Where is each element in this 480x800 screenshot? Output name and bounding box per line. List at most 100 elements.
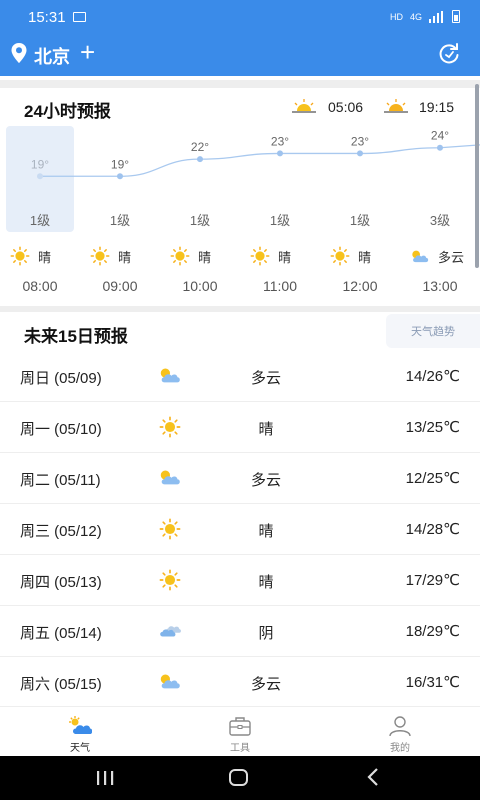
nav-tab[interactable]: 我的 [320,707,480,757]
hour-wind-level: 1级 [109,213,131,228]
day-temperature-range: 12/25℃ [405,470,460,487]
partly-cloudy-icon [158,467,182,487]
image-notification-icon [73,12,86,22]
hour-condition: 晴 [38,250,52,265]
temperature-point [357,150,363,157]
section-divider [0,306,480,312]
temperature-label: 19° [111,157,129,171]
hour-condition: 晴 [358,250,372,265]
day-forecast-row[interactable]: 周五 (05/14) 阴 18/29℃ [0,606,480,657]
network-type: HD [389,11,403,22]
bottom-navigation: 天气 工具 我的 [0,706,480,756]
hour-wind-level: 3级 [429,213,451,228]
nav-tab-label: 工具 [230,743,250,754]
scrollbar-thumb[interactable] [475,84,479,268]
hour-time: 11:00 [263,278,297,294]
sun-icon [10,246,30,266]
day-condition: 多云 [250,472,281,489]
home-button-icon[interactable] [229,769,248,786]
profile-icon [388,715,412,737]
day-forecast-row[interactable]: 周三 (05/12) 晴 14/28℃ [0,504,480,555]
refresh-icon[interactable] [438,43,460,65]
temperature-point [117,173,123,180]
partly-cloudy-icon [410,246,430,266]
app-header: 北京 + [0,34,480,76]
nav-tab[interactable]: 天气 [0,707,160,757]
day-condition: 晴 [258,523,274,540]
day-condition: 晴 [258,574,274,591]
hour-time: 12:00 [342,278,378,294]
hourly-forecast-title: 24小时预报 [24,102,111,121]
day-forecast-row[interactable]: 周六 (05/15) 多云 16/31℃ [0,657,480,708]
hour-condition: 晴 [278,250,292,265]
day-temperature-range: 13/25℃ [405,419,460,436]
temperature-point [197,156,203,163]
hour-time: 10:00 [182,278,218,294]
day-condition: 晴 [258,421,274,438]
day-date-label: 周二 (05/11) [20,472,101,489]
add-city-button[interactable]: + [80,38,95,66]
day-forecast-row[interactable]: 周二 (05/11) 多云 12/25℃ [0,453,480,504]
day-date-label: 周四 (05/13) [20,574,102,591]
temperature-point [277,150,283,157]
toolbox-icon [228,715,252,737]
sun-icon [250,246,270,266]
location-pin-icon[interactable] [11,43,27,63]
weather-trend-button[interactable]: 天气趋势 [386,314,480,348]
hour-time: 08:00 [22,278,58,294]
hour-wind-level: 1级 [269,213,291,228]
system-navigation-bar [0,756,480,800]
temperature-line [40,144,480,177]
status-bar: 15:31 HD 4G [0,0,480,34]
temperature-label: 24° [431,129,449,143]
sun-icon [158,416,182,438]
hour-wind-level: 1级 [349,213,371,228]
day-condition: 多云 [250,370,281,387]
temperature-label: 23° [271,134,289,148]
sun-icon [330,246,350,266]
day-date-label: 周日 (05/09) [20,370,102,387]
temperature-point [437,144,443,151]
hour-wind-level: 1级 [29,213,51,228]
city-name[interactable]: 北京 [34,43,70,69]
temperature-label: 19° [31,157,49,171]
partly-cloudy-icon [158,365,182,385]
status-time: 15:31 [28,9,66,26]
battery-icon [452,10,460,23]
sunrise-icon [292,99,316,113]
day-date-label: 周一 (05/10) [20,421,102,438]
sun-icon [158,518,182,540]
back-button-icon[interactable] [366,768,380,786]
hour-condition: 多云 [438,250,465,265]
day-forecast-row[interactable]: 周一 (05/10) 晴 13/25℃ [0,402,480,453]
day-condition: 多云 [250,676,281,693]
sunset-time: 19:15 [419,99,455,115]
sun-icon [158,569,182,591]
hour-time: 09:00 [102,278,138,294]
day-date-label: 周六 (05/15) [20,676,102,693]
signal-icon [429,10,445,23]
status-indicators: HD 4G [390,10,460,23]
day-forecast-row[interactable]: 周四 (05/13) 晴 17/29℃ [0,555,480,606]
hour-wind-level: 1级 [189,213,211,228]
day-condition: 阴 [258,625,274,642]
sunrise-time: 05:06 [328,99,364,115]
day-forecast-row[interactable]: 周日 (05/09) 多云 14/26℃ [0,351,480,402]
temperature-label: 23° [351,134,369,148]
hour-time: 13:00 [422,278,458,294]
sun-icon [90,246,110,266]
recents-button-icon[interactable] [95,771,115,785]
day-temperature-range: 14/26℃ [405,368,460,385]
day-date-label: 周三 (05/12) [20,523,102,540]
hourly-temperature-chart: 19° 19° 22° 23° 23° 24° [31,129,480,180]
temperature-point [37,173,43,180]
weather-icon [68,715,93,737]
nav-tab[interactable]: 工具 [160,707,320,757]
day-temperature-range: 14/28℃ [405,521,460,538]
nav-tab-label: 我的 [390,743,410,754]
section-divider [0,80,480,88]
sun-icon [170,246,190,266]
day-date-label: 周五 (05/14) [20,625,102,642]
sunset-icon [384,99,408,113]
temperature-label: 22° [191,140,209,154]
